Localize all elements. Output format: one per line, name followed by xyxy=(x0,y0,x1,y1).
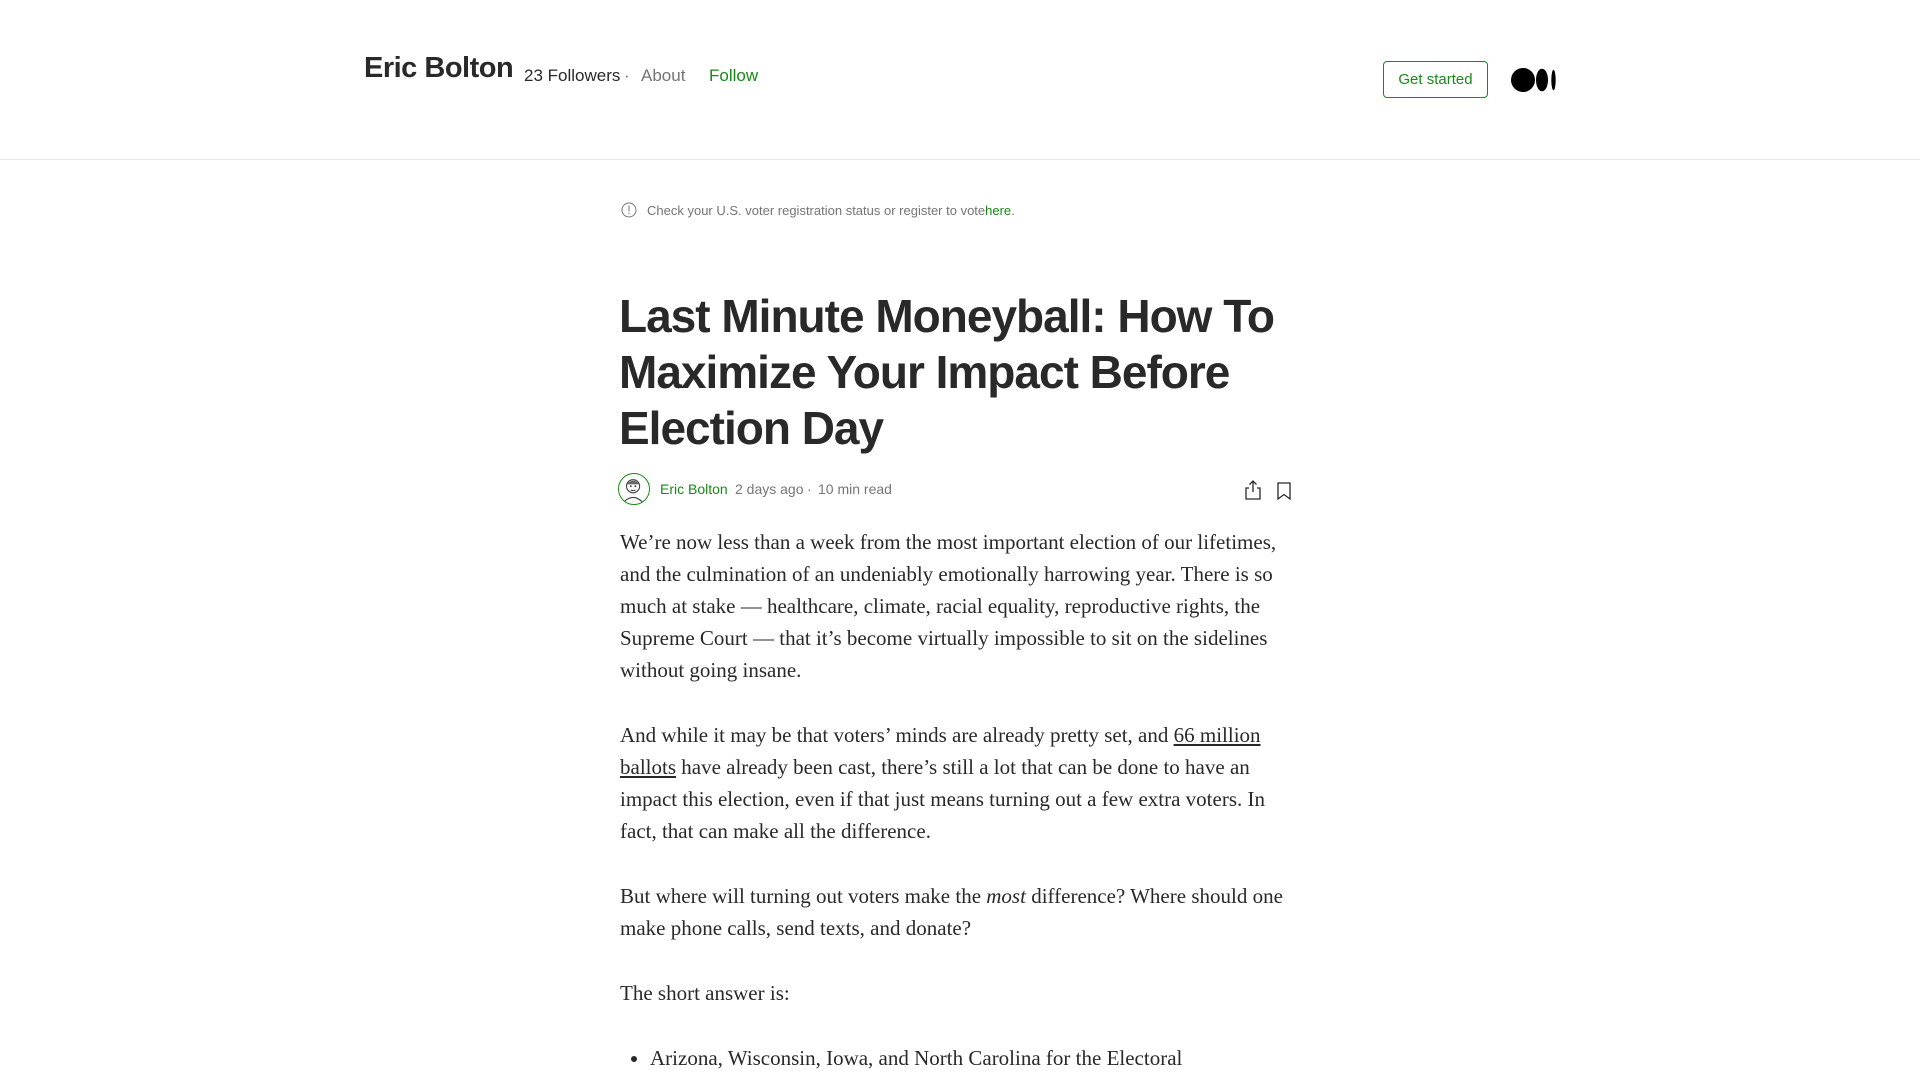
notice-text: Check your U.S. voter registration statu… xyxy=(647,202,986,218)
paragraph-3-text-a: But where will turning out voters make t… xyxy=(620,884,987,908)
info-circle-icon xyxy=(621,202,637,218)
meta-separator: · xyxy=(807,481,812,497)
paragraph-1: We’re now less than a week from the most… xyxy=(620,530,1277,682)
answer-list: Arizona, Wisconsin, Iowa, and North Caro… xyxy=(620,1042,1300,1074)
article-title: Last Minute Moneyball: How To Maximize Y… xyxy=(619,290,1275,454)
publish-date[interactable]: 2 days ago xyxy=(735,481,804,497)
medium-logo-icon[interactable] xyxy=(1511,68,1557,92)
get-started-button[interactable]: Get started xyxy=(1383,61,1488,98)
author-avatar[interactable] xyxy=(618,473,650,505)
paragraph-3: But where will turning out voters make t… xyxy=(620,880,1300,944)
article-body: We’re now less than a week from the most… xyxy=(620,526,1300,1074)
emphasis-most: most xyxy=(986,884,1026,908)
avatar-icon xyxy=(622,479,644,504)
follow-button[interactable]: Follow xyxy=(709,66,758,86)
about-link[interactable]: About xyxy=(641,66,685,86)
paragraph-2: And while it may be that voters’ minds a… xyxy=(620,719,1300,847)
voter-notice: Check your U.S. voter registration statu… xyxy=(621,202,1015,218)
separator-dot: · xyxy=(624,66,630,85)
followers-count[interactable]: 23 Followers xyxy=(524,66,620,86)
author-name-link[interactable]: Eric Bolton xyxy=(660,481,728,497)
paragraph-2-text-b: have already been cast, there’s still a … xyxy=(620,755,1265,843)
publication-name[interactable]: Eric Bolton xyxy=(364,52,514,85)
share-icon[interactable] xyxy=(1243,479,1263,501)
list-item: Arizona, Wisconsin, Iowa, and North Caro… xyxy=(650,1042,1300,1074)
article-meta: Eric Bolton 2 days ago · 10 min read xyxy=(618,473,1296,507)
paragraph-4: The short answer is: xyxy=(620,981,790,1005)
bookmark-icon[interactable] xyxy=(1276,481,1292,501)
notice-suffix: . xyxy=(1011,202,1015,218)
notice-here-link[interactable]: here xyxy=(985,203,1011,218)
top-bar: Eric Bolton 23 Followers · About Follow … xyxy=(0,0,1920,160)
read-time: 10 min read xyxy=(818,481,892,497)
paragraph-2-text-a: And while it may be that voters’ minds a… xyxy=(620,723,1174,747)
